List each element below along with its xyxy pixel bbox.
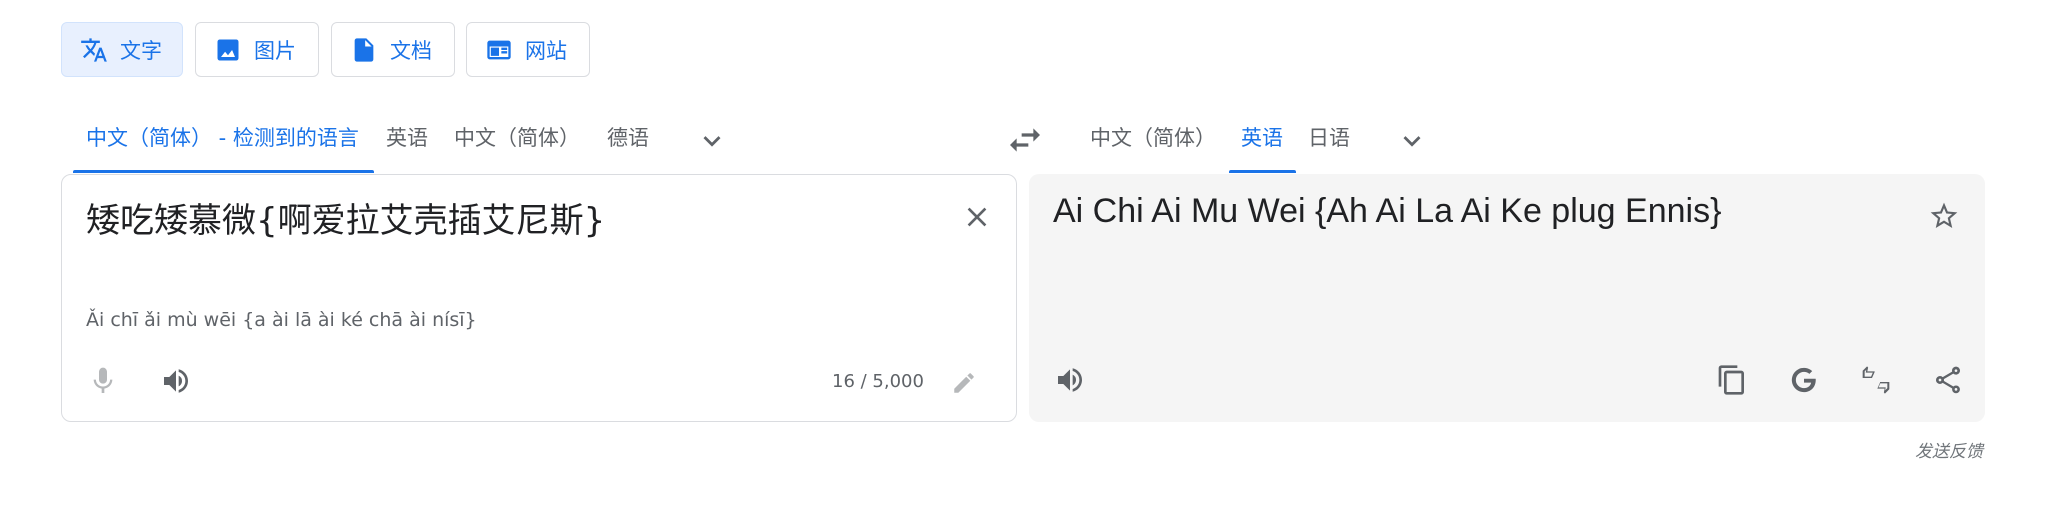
close-icon	[967, 207, 987, 227]
voice-input-button[interactable]	[83, 361, 123, 401]
source-lang-underline	[73, 170, 374, 173]
pencil-icon	[954, 373, 974, 393]
image-icon	[217, 39, 239, 60]
copy-translation-button[interactable]	[1712, 360, 1752, 400]
chevron-down-icon	[1403, 136, 1421, 147]
translate-icon	[81, 37, 107, 62]
source-lang-tab-german[interactable]: 德语	[607, 120, 649, 174]
thumbs-up-down-icon	[1862, 366, 1890, 394]
mode-image-button[interactable]: 图片	[195, 22, 319, 77]
mode-website-button[interactable]: 网站	[466, 22, 590, 77]
target-lang-more-button[interactable]	[1395, 124, 1429, 158]
mode-text-label: 文字	[120, 39, 162, 63]
source-text-input[interactable]: 矮吃矮慕微{啊爱拉艾壳插艾尼斯}	[86, 193, 605, 242]
source-lang-detected-tab[interactable]: 中文（简体） - 检测到的语言	[86, 120, 359, 174]
source-lang-tab-chinese[interactable]: 中文（简体）	[454, 120, 580, 174]
save-translation-button[interactable]	[1924, 196, 1964, 236]
listen-translation-button[interactable]	[1050, 360, 1090, 400]
edit-button[interactable]	[944, 363, 984, 403]
speaker-icon	[1058, 368, 1082, 392]
listen-source-button[interactable]	[156, 361, 196, 401]
website-icon	[487, 40, 511, 59]
source-panel[interactable]: 矮吃矮慕微{啊爱拉艾壳插艾尼斯} Ǎi chī ǎi mù wēi {a ài …	[61, 174, 1017, 422]
document-icon	[354, 37, 374, 62]
send-feedback-link[interactable]: 发送反馈	[1915, 437, 1983, 462]
source-lang-more-button[interactable]	[695, 124, 729, 158]
target-lang-underline	[1229, 170, 1296, 173]
star-outline-icon	[1930, 202, 1958, 228]
target-lang-tab-english[interactable]: 英语	[1241, 120, 1283, 174]
mode-document-label: 文档	[390, 39, 432, 63]
source-lang-tab-english[interactable]: 英语	[386, 120, 428, 174]
chevron-down-icon	[703, 136, 721, 147]
swap-arrows-icon	[1010, 128, 1040, 152]
mode-document-button[interactable]: 文档	[331, 22, 455, 77]
copy-icon	[1718, 365, 1744, 395]
share-translation-button[interactable]	[1928, 360, 1968, 400]
translation-text: Ai Chi Ai Mu Wei {Ah Ai La Ai Ke plug En…	[1053, 192, 1722, 230]
translation-panel: Ai Chi Ai Mu Wei {Ah Ai La Ai Ke plug En…	[1029, 174, 1985, 422]
google-g-icon	[1791, 367, 1817, 393]
rate-translation-button[interactable]	[1856, 360, 1896, 400]
target-lang-tab-japanese[interactable]: 日语	[1308, 120, 1350, 174]
target-lang-tab-chinese[interactable]: 中文（简体）	[1090, 120, 1216, 174]
character-count: 16 / 5,000	[832, 371, 924, 392]
mode-website-label: 网站	[525, 39, 567, 63]
clear-source-button[interactable]	[957, 197, 997, 237]
mode-text-button[interactable]: 文字	[61, 22, 183, 77]
google-search-button[interactable]	[1784, 360, 1824, 400]
speaker-icon	[164, 369, 188, 393]
share-icon	[1935, 366, 1960, 394]
swap-languages-button[interactable]	[1005, 120, 1045, 160]
source-transliteration: Ǎi chī ǎi mù wēi {a ài lā ài ké chā ài n…	[86, 309, 477, 331]
microphone-icon	[93, 367, 113, 393]
mode-image-label: 图片	[254, 39, 296, 63]
